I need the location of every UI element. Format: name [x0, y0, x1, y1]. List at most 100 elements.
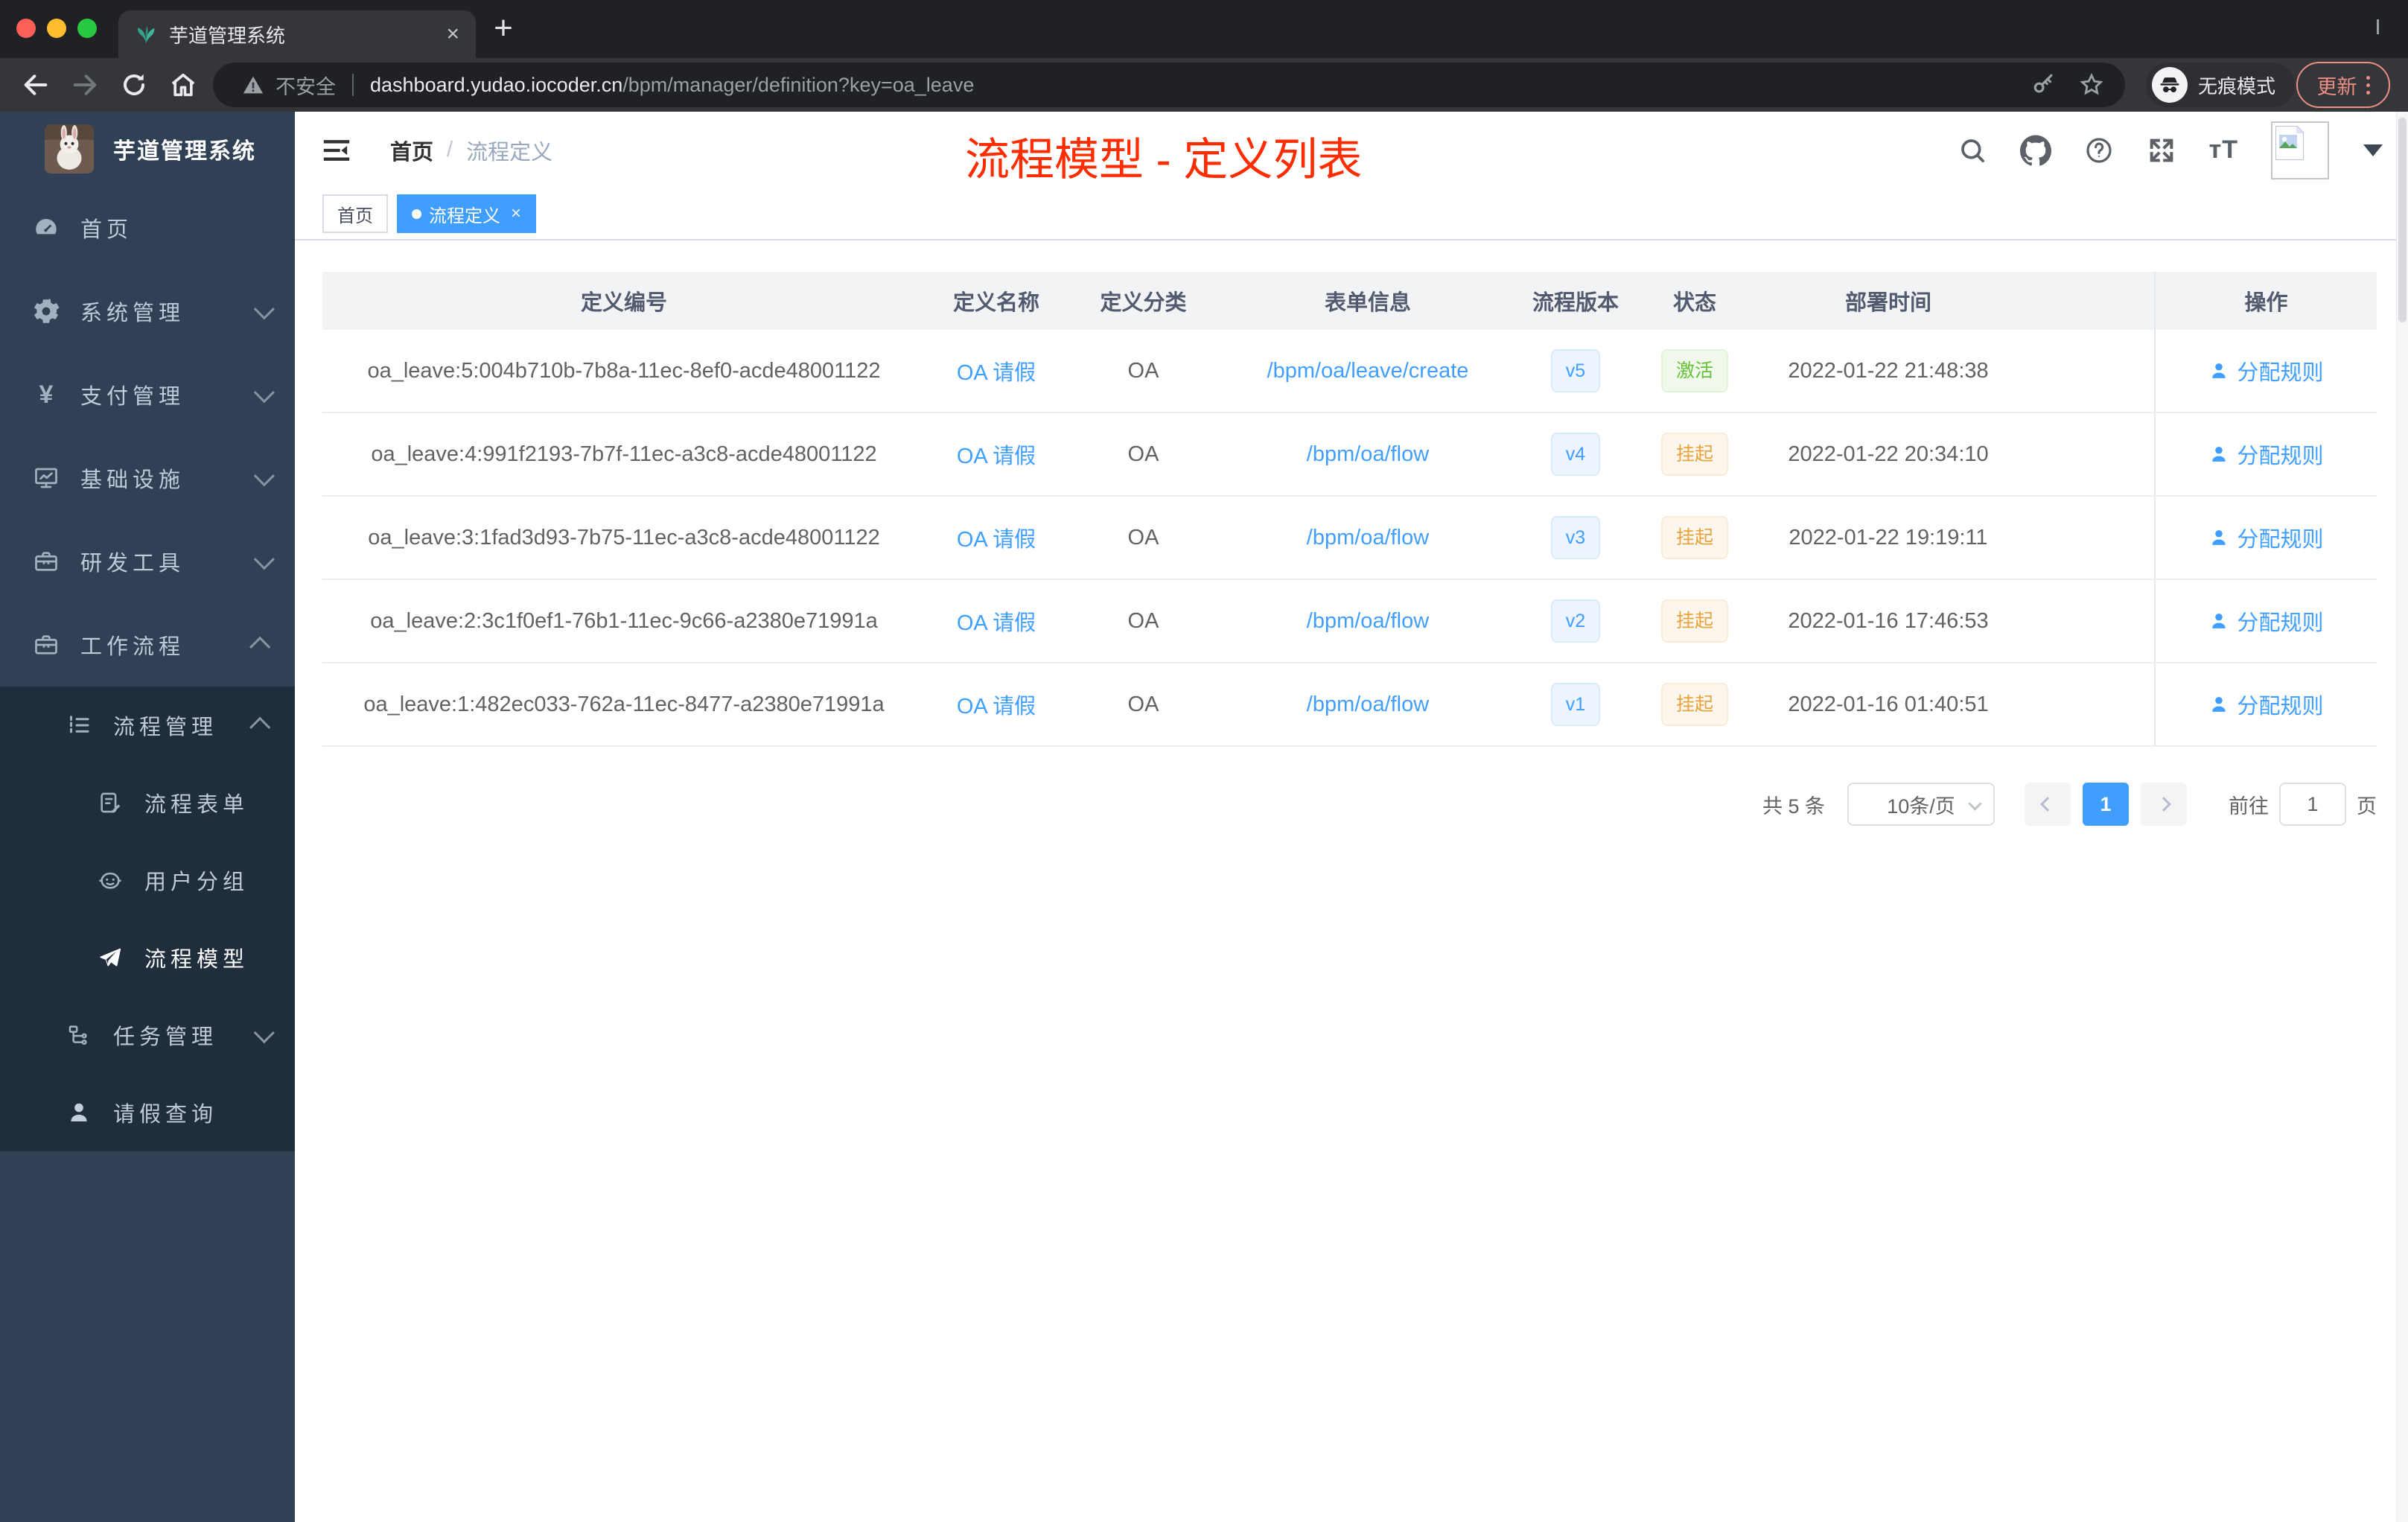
address-bar[interactable]: 不安全 dashboard.yudao.iocoder.cn/bpm/manag…: [213, 63, 2125, 107]
tag-close-icon[interactable]: ×: [511, 203, 521, 224]
tab-search-icon[interactable]: [2377, 19, 2395, 34]
prev-page-button[interactable]: [2025, 783, 2071, 826]
help-icon[interactable]: [2084, 136, 2114, 165]
scrollbar-thumb[interactable]: [2398, 118, 2407, 322]
font-size-icon[interactable]: тT: [2209, 136, 2238, 165]
collapse-sidebar-icon[interactable]: [322, 136, 351, 165]
version-badge: v5: [1550, 349, 1601, 392]
sidebar-item-workflow[interactable]: 工作流程: [0, 603, 295, 687]
active-dot-icon: [412, 208, 421, 219]
close-window-icon[interactable]: [16, 19, 36, 38]
sidebar-item-user-group[interactable]: 用户分组: [0, 841, 295, 919]
tag-process-definition[interactable]: 流程定义 ×: [397, 194, 537, 233]
tag-label: 流程定义: [429, 206, 500, 226]
sidebar-item-process-model[interactable]: 流程模型: [0, 919, 295, 996]
github-icon[interactable]: [2019, 135, 2051, 166]
zoom-window-icon[interactable]: [77, 19, 97, 38]
definition-name-link[interactable]: OA 请假: [957, 605, 1036, 637]
page-size-select[interactable]: 10条/页: [1847, 783, 1995, 826]
tag-home[interactable]: 首页: [322, 194, 388, 233]
assign-rule-button[interactable]: 分配规则: [2208, 439, 2324, 470]
browser-tab[interactable]: 芋道管理系统 ×: [118, 10, 476, 58]
chevron-down-icon: [253, 382, 275, 404]
minimize-window-icon[interactable]: [47, 19, 66, 38]
chevron-down-icon: [253, 299, 275, 320]
page-content: 定义编号 定义名称 定义分类 表单信息 流程版本 状态 部署时间 操作 oa_l…: [295, 241, 2408, 826]
avatar[interactable]: [2271, 121, 2329, 179]
sidebar-item-task-management[interactable]: 任务管理: [0, 996, 295, 1074]
page-number-button[interactable]: 1: [2083, 783, 2129, 826]
assign-rule-label: 分配规则: [2237, 695, 2324, 719]
tab-strip: 芋道管理系统 × +: [0, 0, 2408, 58]
version-badge: v2: [1550, 599, 1601, 643]
assign-rule-button[interactable]: 分配规则: [2208, 355, 2324, 386]
sidebar-item-payment[interactable]: ¥ 支付管理: [0, 353, 295, 436]
definition-name-link[interactable]: OA 请假: [957, 689, 1036, 720]
next-page-button[interactable]: [2141, 783, 2187, 826]
sidebar-item-label: 用户分组: [144, 870, 249, 894]
browser-chrome: 芋道管理系统 × + 不安全 dashboard.yudao.iocoder.c…: [0, 0, 2408, 112]
new-tab-button[interactable]: +: [482, 7, 524, 49]
definition-name-link[interactable]: OA 请假: [957, 439, 1036, 470]
tag-label: 首页: [337, 206, 373, 226]
form-link[interactable]: /bpm/oa/flow: [1307, 442, 1429, 467]
sidebar-item-process-form[interactable]: 流程表单: [0, 764, 295, 841]
logo-avatar: [45, 124, 94, 173]
security-label[interactable]: 不安全: [275, 71, 336, 100]
scrollbar[interactable]: [2396, 112, 2408, 1522]
breadcrumb-current: 流程定义: [466, 140, 553, 165]
warning-icon: [241, 73, 265, 97]
search-icon[interactable]: [1958, 136, 1987, 165]
tab-title: 芋道管理系统: [169, 24, 286, 47]
definition-name-link[interactable]: OA 请假: [957, 522, 1036, 553]
definition-category: OA: [1127, 358, 1159, 383]
form-link[interactable]: /bpm/oa/leave/create: [1267, 359, 1469, 383]
table-row: oa_leave:1:482ec033-762a-11ec-8477-a2380…: [322, 663, 2377, 747]
star-icon[interactable]: [2079, 72, 2104, 98]
back-icon[interactable]: [21, 70, 51, 100]
definition-id: oa_leave:2:3c1f0ef1-76b1-11ec-9c66-a2380…: [370, 608, 878, 633]
goto-page-input[interactable]: 1: [2279, 783, 2346, 826]
assign-rule-button[interactable]: 分配规则: [2208, 522, 2324, 553]
page-unit-label: 页: [2357, 795, 2377, 818]
url-path[interactable]: /bpm/manager/definition?key=oa_leave: [622, 74, 974, 97]
definition-name-link[interactable]: OA 请假: [957, 355, 1036, 386]
column-header: 定义分类: [1100, 291, 1187, 315]
sidebar-item-infrastructure[interactable]: 基础设施: [0, 436, 295, 520]
status-badge: 挂起: [1660, 599, 1728, 643]
assign-rule-button[interactable]: 分配规则: [2208, 605, 2324, 637]
sidebar-item-dev-tools[interactable]: 研发工具: [0, 520, 295, 603]
deploy-time: 2022-01-16 17:46:53: [1788, 608, 1989, 633]
url-domain[interactable]: dashboard.yudao.iocoder.cn: [370, 74, 622, 97]
sidebar-item-home[interactable]: 首页: [0, 186, 295, 270]
column-header: 定义名称: [952, 291, 1039, 315]
sidebar-item-label: 流程模型: [144, 948, 249, 972]
breadcrumb-home[interactable]: 首页: [390, 135, 433, 166]
chevron-down-icon: [253, 549, 275, 570]
home-icon[interactable]: [168, 70, 198, 100]
key-icon[interactable]: [2031, 72, 2057, 98]
avatar-caret-icon[interactable]: [2363, 144, 2383, 156]
form-link[interactable]: /bpm/oa/flow: [1307, 609, 1429, 634]
page-size-value: 10条/页: [1887, 795, 1955, 818]
deploy-time: 2022-01-16 01:40:51: [1788, 692, 1989, 716]
sidebar-item-leave-query[interactable]: 请假查询: [0, 1074, 295, 1151]
incognito-label: 无痕模式: [2198, 74, 2276, 98]
sidebar-item-system[interactable]: 系统管理: [0, 270, 295, 353]
sidebar-item-label: 流程管理: [113, 716, 218, 739]
status-badge: 挂起: [1660, 683, 1728, 726]
form-link[interactable]: /bpm/oa/flow: [1307, 692, 1429, 717]
forward-icon[interactable]: [70, 70, 100, 100]
reload-icon[interactable]: [119, 70, 149, 100]
kebab-menu-icon[interactable]: [2366, 75, 2370, 95]
form-link[interactable]: /bpm/oa/flow: [1307, 526, 1429, 550]
app-logo-row[interactable]: 芋道管理系统: [0, 112, 295, 186]
sidebar-item-process-management[interactable]: 流程管理: [0, 687, 295, 764]
browser-toolbar: 不安全 dashboard.yudao.iocoder.cn/bpm/manag…: [0, 58, 2408, 112]
definition-id: oa_leave:5:004b710b-7b8a-11ec-8ef0-acde4…: [367, 358, 881, 383]
assign-rule-button[interactable]: 分配规则: [2208, 689, 2324, 720]
table-row: oa_leave:5:004b710b-7b8a-11ec-8ef0-acde4…: [322, 330, 2377, 413]
fullscreen-icon[interactable]: [2147, 136, 2176, 165]
tab-close-icon[interactable]: ×: [446, 23, 459, 45]
update-button[interactable]: 更新: [2296, 62, 2390, 108]
